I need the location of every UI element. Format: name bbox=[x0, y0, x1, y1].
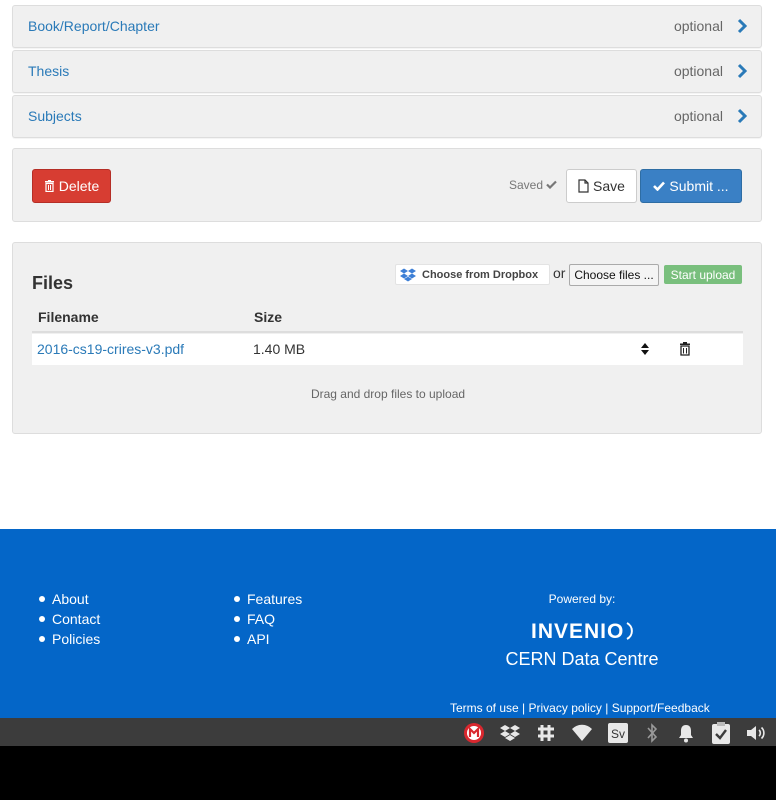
column-header-filename: Filename bbox=[38, 309, 99, 325]
section-book-report-chapter[interactable]: Book/Report/Chapter optional bbox=[12, 5, 762, 48]
check-icon bbox=[546, 180, 558, 190]
footer-link-features[interactable]: Features bbox=[227, 589, 302, 609]
system-taskbar: Sv bbox=[0, 718, 776, 746]
separator: | bbox=[522, 701, 526, 715]
start-upload-button[interactable]: Start upload bbox=[664, 265, 742, 284]
footer-link-policies[interactable]: Policies bbox=[32, 629, 100, 649]
optional-label: optional bbox=[673, 63, 723, 79]
section-subjects[interactable]: Subjects optional bbox=[12, 95, 762, 138]
trash-icon bbox=[44, 180, 54, 192]
submit-button[interactable]: Submit ... bbox=[640, 169, 742, 203]
support-link[interactable]: Support/Feedback bbox=[612, 701, 710, 715]
saved-status: Saved bbox=[509, 178, 558, 192]
save-label: Save bbox=[593, 178, 625, 194]
organization-name: CERN Data Centre bbox=[505, 649, 659, 669]
section-title[interactable]: Thesis bbox=[28, 63, 69, 79]
terms-link[interactable]: Terms of use bbox=[450, 701, 519, 715]
powered-by-label: Powered by: bbox=[548, 592, 616, 606]
delete-label: Delete bbox=[58, 178, 100, 194]
submit-label: Submit ... bbox=[669, 178, 729, 194]
volume-icon[interactable] bbox=[746, 722, 768, 744]
drop-zone-hint[interactable]: Drag and drop files to upload bbox=[13, 387, 763, 401]
bell-icon[interactable] bbox=[675, 722, 697, 744]
save-button[interactable]: Save bbox=[566, 169, 637, 203]
file-name-link[interactable]: 2016-cs19-crires-v3.pdf bbox=[37, 341, 184, 357]
separator: | bbox=[605, 701, 609, 715]
clipboard-icon[interactable] bbox=[710, 722, 732, 744]
screen-bottom-area bbox=[0, 746, 776, 800]
saved-label: Saved bbox=[509, 178, 544, 192]
chevron-right-icon[interactable] bbox=[737, 108, 747, 124]
optional-label: optional bbox=[673, 108, 723, 124]
logo-text: INVENIO bbox=[531, 620, 624, 643]
table-header: Filename Size bbox=[32, 305, 743, 333]
section-title[interactable]: Subjects bbox=[28, 108, 82, 124]
footer: About Contact Policies Features FAQ API … bbox=[0, 529, 776, 718]
footer-links-column-2: Features FAQ API bbox=[227, 589, 302, 649]
sv-icon[interactable]: Sv bbox=[607, 722, 629, 744]
or-label: or bbox=[553, 265, 566, 281]
privacy-link[interactable]: Privacy policy bbox=[529, 701, 602, 715]
mega-icon[interactable] bbox=[463, 722, 485, 744]
footer-link-contact[interactable]: Contact bbox=[32, 609, 100, 629]
delete-button[interactable]: Delete bbox=[32, 169, 111, 203]
section-title[interactable]: Book/Report/Chapter bbox=[28, 18, 160, 34]
sort-handle-icon[interactable] bbox=[639, 341, 651, 357]
footer-link-about[interactable]: About bbox=[32, 589, 100, 609]
table-row: 2016-cs19-crires-v3.pdf 1.40 MB bbox=[32, 334, 743, 365]
section-thesis[interactable]: Thesis optional bbox=[12, 50, 762, 93]
file-icon bbox=[578, 179, 589, 193]
footer-links-column-1: About Contact Policies bbox=[32, 589, 100, 649]
check-icon bbox=[653, 181, 666, 191]
form-actions-panel: Delete Saved Save Submit ... bbox=[12, 148, 762, 222]
trash-icon[interactable] bbox=[679, 342, 691, 356]
sv-text: Sv bbox=[611, 727, 625, 741]
invenio-logo[interactable]: INVENIO bbox=[531, 617, 633, 645]
files-panel: Files Choose from Dropbox or Choose file… bbox=[12, 242, 762, 434]
choose-from-dropbox-button[interactable]: Choose from Dropbox bbox=[395, 264, 550, 285]
wifi-icon[interactable] bbox=[571, 722, 593, 744]
footer-link-faq[interactable]: FAQ bbox=[227, 609, 302, 629]
dropbox-icon[interactable] bbox=[499, 722, 521, 744]
column-header-size: Size bbox=[254, 309, 283, 325]
footer-link-api[interactable]: API bbox=[227, 629, 302, 649]
dropbox-label: Choose from Dropbox bbox=[422, 268, 539, 281]
slack-icon[interactable] bbox=[535, 722, 557, 744]
legal-links: Terms of use | Privacy policy | Support/… bbox=[450, 701, 710, 715]
chevron-right-icon[interactable] bbox=[737, 18, 747, 34]
file-size: 1.40 MB bbox=[253, 341, 306, 357]
files-title: Files bbox=[32, 273, 74, 293]
chevron-right-icon[interactable] bbox=[737, 63, 747, 79]
optional-label: optional bbox=[673, 18, 723, 34]
choose-files-button[interactable]: Choose files ... bbox=[569, 264, 659, 286]
bluetooth-icon[interactable] bbox=[641, 722, 663, 744]
page: Book/Report/Chapter optional Thesis opti… bbox=[0, 0, 776, 718]
dropbox-icon bbox=[400, 268, 416, 281]
